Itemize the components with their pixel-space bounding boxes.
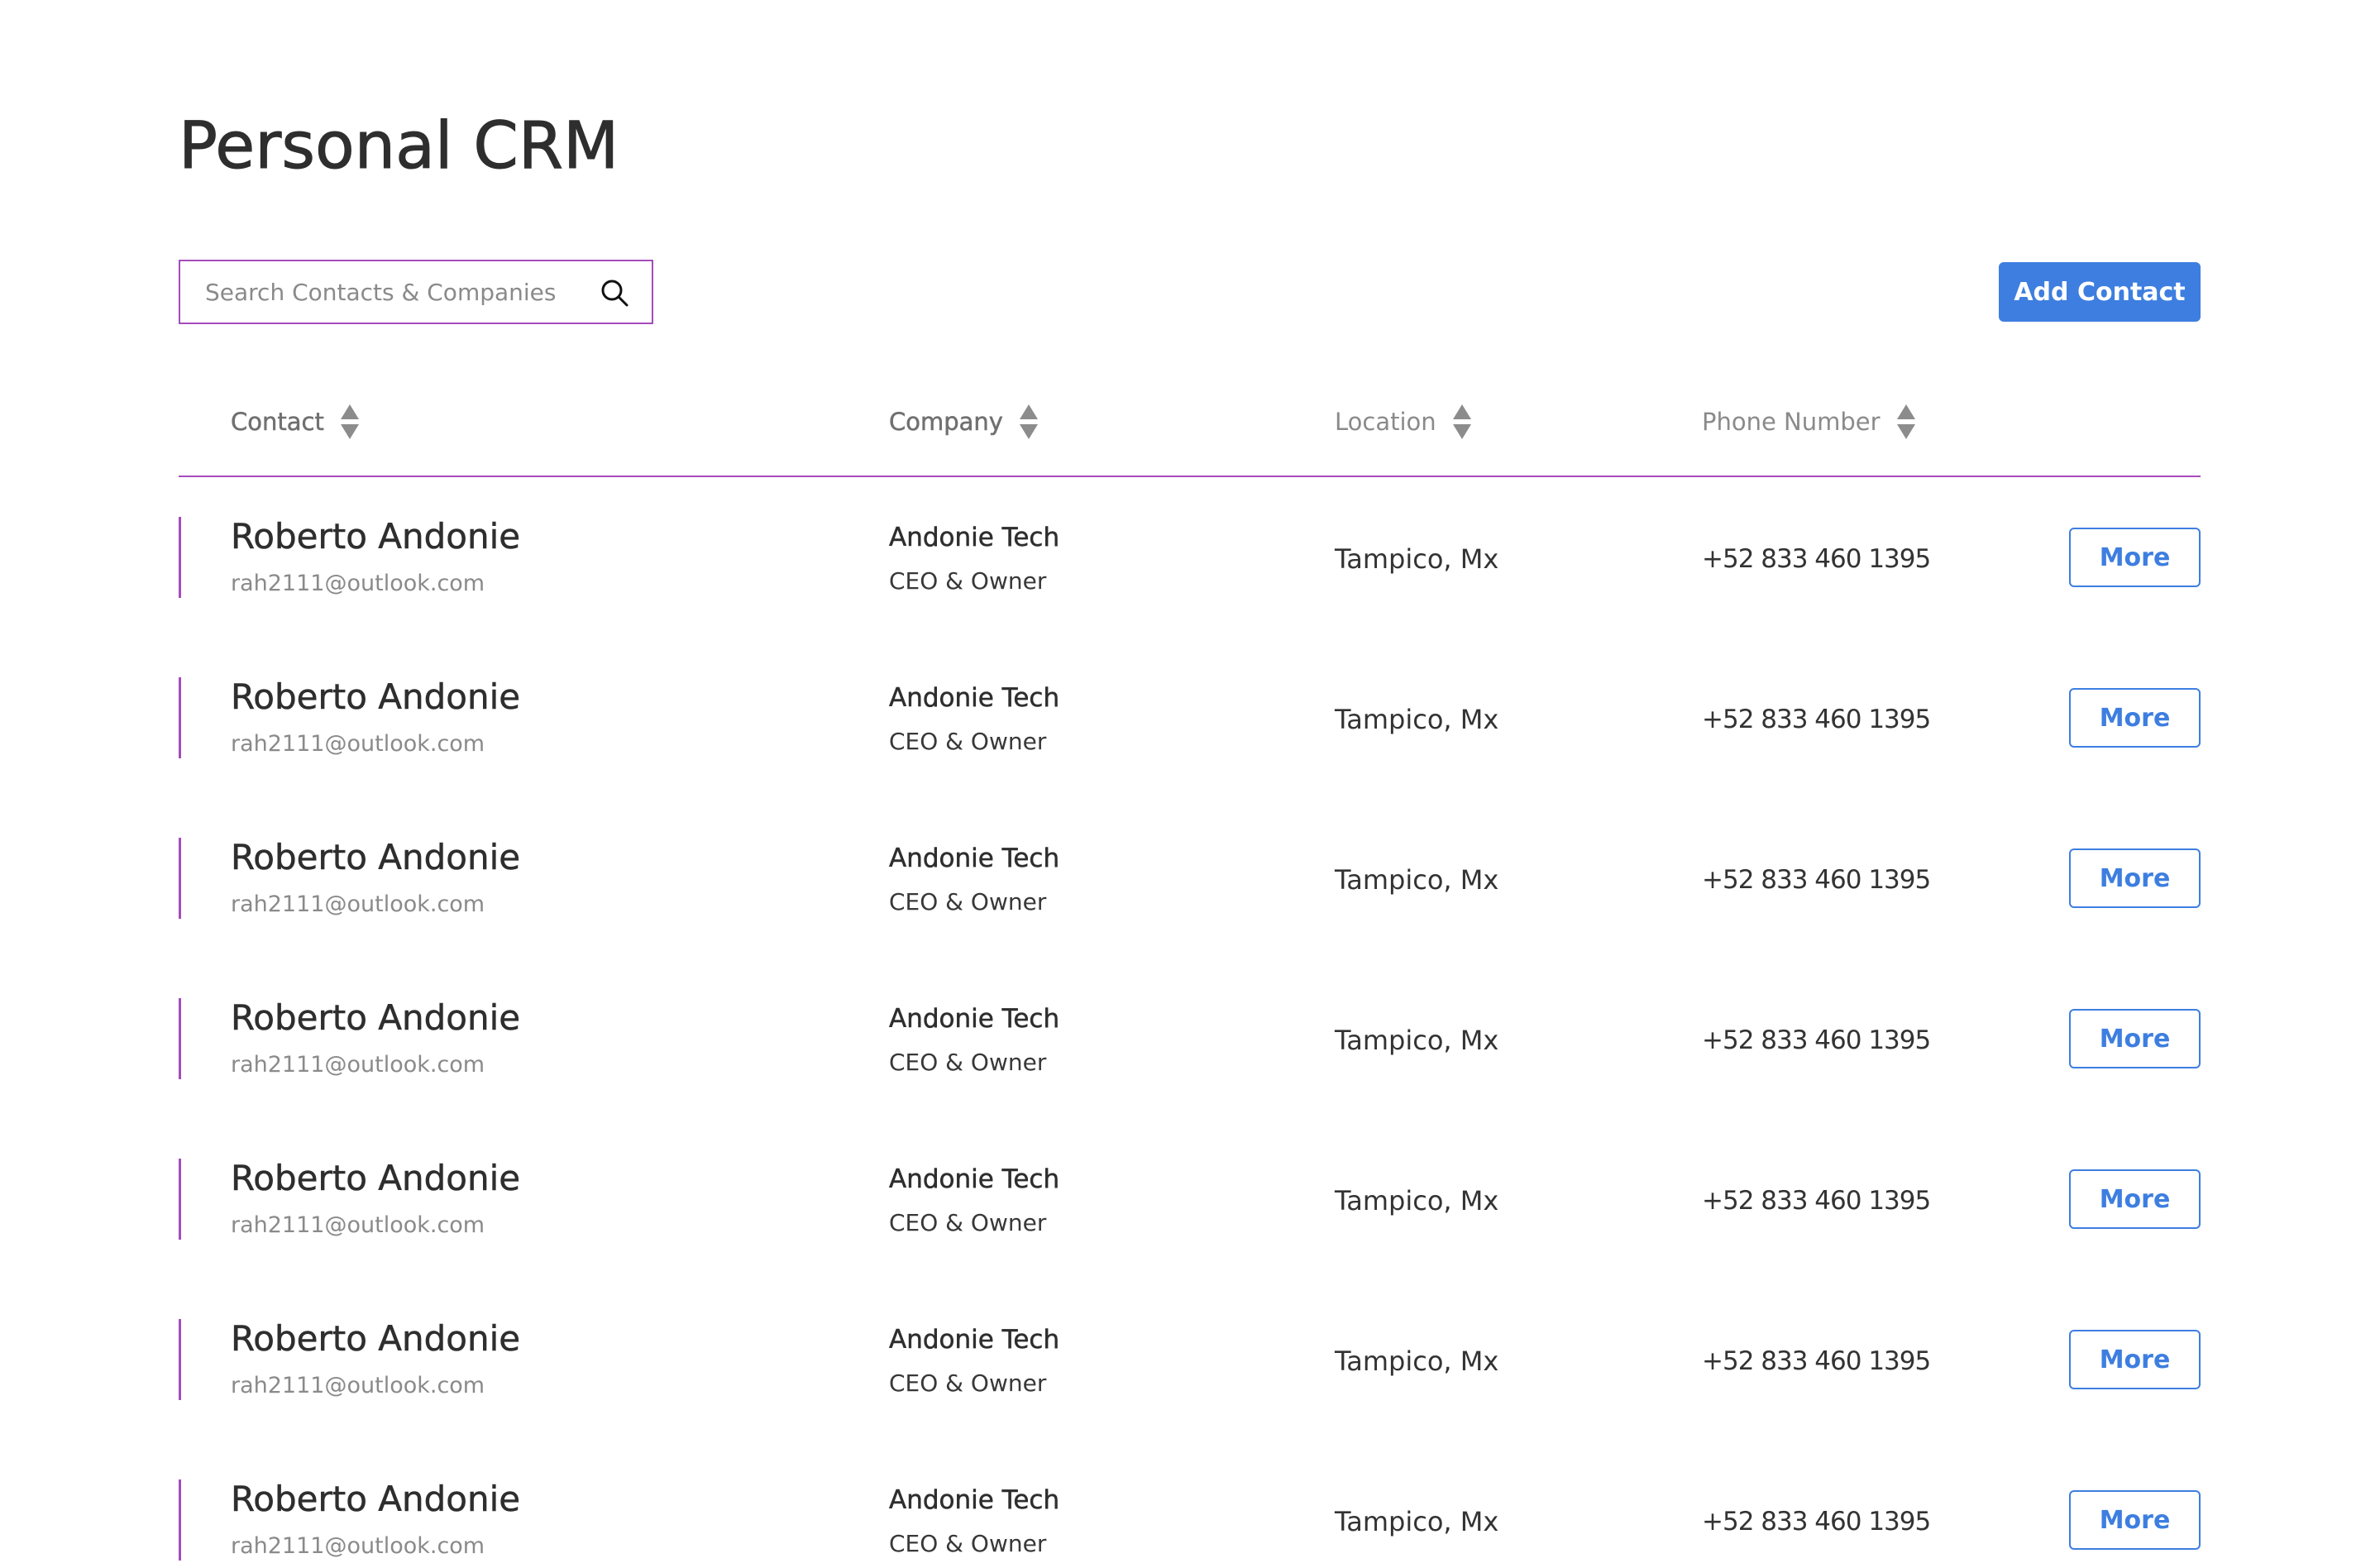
contact-location: Tampico, Mx [1335, 543, 1499, 575]
more-button[interactable]: More [2069, 688, 2201, 748]
sort-icon[interactable] [340, 404, 359, 439]
sort-down-arrow [1019, 424, 1038, 439]
table-row: Roberto Andonie rah2111@outlook.com Ando… [179, 1318, 2201, 1400]
company-name: Andonie Tech [889, 523, 1060, 553]
row-accent-bar [179, 1479, 181, 1561]
more-button[interactable]: More [2069, 528, 2201, 587]
table-row: Roberto Andonie rah2111@outlook.com Ando… [179, 1158, 2201, 1240]
sort-up-arrow [1896, 404, 1915, 419]
sort-up-arrow [1452, 404, 1471, 419]
column-header-contact[interactable]: Contact [231, 404, 359, 439]
column-header-phone-number[interactable]: Phone Number [1702, 404, 1915, 439]
contact-name: Roberto Andonie [231, 516, 521, 557]
table-row: Roberto Andonie rah2111@outlook.com Ando… [179, 997, 2201, 1079]
contact-name: Roberto Andonie [231, 1479, 521, 1519]
contact-phone: +52 833 460 1395 [1702, 705, 1931, 734]
sort-up-arrow [1019, 404, 1038, 419]
contact-name: Roberto Andonie [231, 837, 521, 877]
more-button[interactable]: More [2069, 1330, 2201, 1389]
contact-email: rah2111@outlook.com [231, 571, 485, 596]
contact-role: CEO & Owner [889, 728, 1047, 755]
contact-name: Roberto Andonie [231, 1158, 521, 1198]
column-header-label: Contact [231, 408, 324, 437]
contact-location: Tampico, Mx [1335, 1346, 1499, 1377]
column-header-label: Company [889, 408, 1003, 437]
row-accent-bar [179, 677, 181, 758]
company-name: Andonie Tech [889, 1485, 1060, 1516]
row-accent-bar [179, 1159, 181, 1240]
contact-phone: +52 833 460 1395 [1702, 1025, 1931, 1055]
contact-role: CEO & Owner [889, 1369, 1047, 1397]
contact-location: Tampico, Mx [1335, 1025, 1499, 1056]
contact-location: Tampico, Mx [1335, 704, 1499, 735]
contact-role: CEO & Owner [889, 1049, 1047, 1076]
header-divider [179, 476, 2201, 477]
contact-location: Tampico, Mx [1335, 1506, 1499, 1537]
column-header-label: Phone Number [1702, 408, 1881, 436]
contact-role: CEO & Owner [889, 888, 1047, 915]
row-accent-bar [179, 517, 181, 598]
more-button[interactable]: More [2069, 1169, 2201, 1229]
contact-role: CEO & Owner [889, 1530, 1047, 1557]
column-header-company[interactable]: Company [889, 404, 1038, 439]
contact-phone: +52 833 460 1395 [1702, 1507, 1931, 1537]
more-button[interactable]: More [2069, 848, 2201, 908]
search-input[interactable] [180, 261, 585, 323]
contact-phone: +52 833 460 1395 [1702, 1186, 1931, 1216]
row-accent-bar [179, 1319, 181, 1400]
company-name: Andonie Tech [889, 1164, 1060, 1195]
contact-name: Roberto Andonie [231, 997, 521, 1038]
contacts-table-body: Roberto Andonie rah2111@outlook.com Ando… [179, 516, 2201, 1561]
column-header-location[interactable]: Location [1335, 404, 1471, 439]
contact-phone: +52 833 460 1395 [1702, 1346, 1931, 1376]
table-row: Roberto Andonie rah2111@outlook.com Ando… [179, 676, 2201, 758]
contact-name: Roberto Andonie [231, 676, 521, 717]
search-box [179, 260, 653, 324]
sort-down-arrow [1452, 424, 1471, 439]
more-button[interactable]: More [2069, 1490, 2201, 1550]
row-accent-bar [179, 998, 181, 1079]
column-header-label: Location [1335, 408, 1436, 436]
contact-email: rah2111@outlook.com [231, 1533, 485, 1559]
contact-role: CEO & Owner [889, 1209, 1047, 1236]
contact-email: rah2111@outlook.com [231, 891, 485, 917]
contact-location: Tampico, Mx [1335, 1185, 1499, 1216]
contact-location: Tampico, Mx [1335, 864, 1499, 896]
contact-email: rah2111@outlook.com [231, 731, 485, 757]
contact-phone: +52 833 460 1395 [1702, 544, 1931, 574]
add-contact-button[interactable]: Add Contact [1999, 262, 2201, 322]
sort-icon[interactable] [1019, 404, 1038, 439]
contact-email: rah2111@outlook.com [231, 1373, 485, 1398]
company-name: Andonie Tech [889, 683, 1060, 714]
contact-email: rah2111@outlook.com [231, 1052, 485, 1078]
contact-name: Roberto Andonie [231, 1318, 521, 1359]
table-row: Roberto Andonie rah2111@outlook.com Ando… [179, 516, 2201, 598]
search-icon[interactable] [600, 279, 628, 307]
contact-role: CEO & Owner [889, 567, 1047, 595]
contact-email: rah2111@outlook.com [231, 1212, 485, 1238]
sort-icon[interactable] [1452, 404, 1471, 439]
sort-icon[interactable] [1896, 404, 1915, 439]
table-row: Roberto Andonie rah2111@outlook.com Ando… [179, 837, 2201, 919]
row-accent-bar [179, 838, 181, 919]
company-name: Andonie Tech [889, 1325, 1060, 1355]
contact-phone: +52 833 460 1395 [1702, 865, 1931, 895]
sort-down-arrow [1896, 424, 1915, 439]
table-row: Roberto Andonie rah2111@outlook.com Ando… [179, 1479, 2201, 1561]
company-name: Andonie Tech [889, 844, 1060, 874]
sort-up-arrow [340, 404, 359, 419]
sort-down-arrow [340, 424, 359, 439]
company-name: Andonie Tech [889, 1004, 1060, 1035]
page-title: Personal CRM [178, 109, 619, 184]
more-button[interactable]: More [2069, 1009, 2201, 1068]
